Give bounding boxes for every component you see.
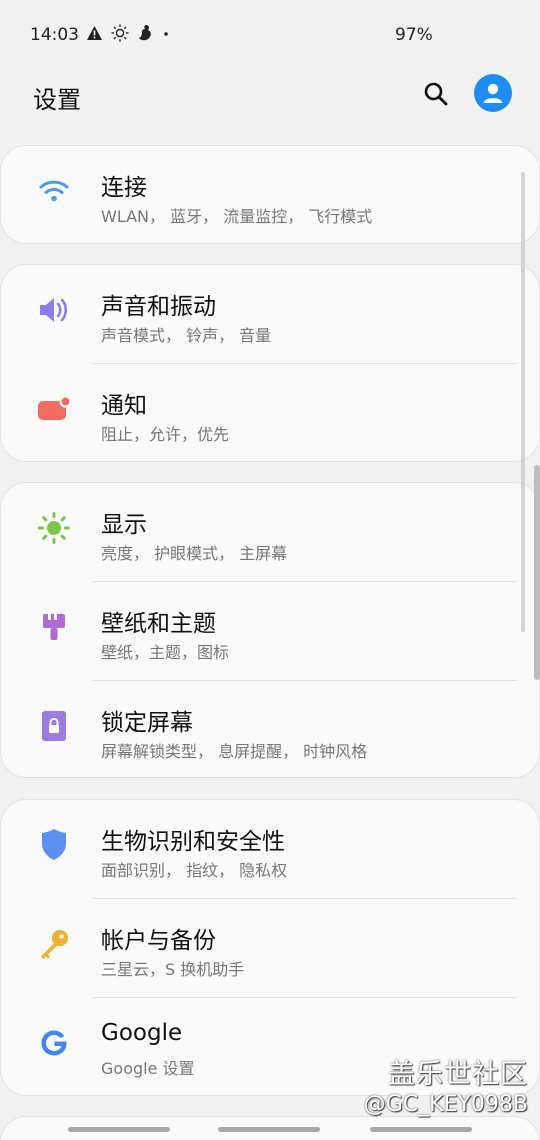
item-title: 帐户与备份 [101,928,216,954]
brightness-icon [111,24,129,42]
paintbrush-icon [37,610,71,644]
google-icon [37,1026,71,1060]
item-subtitle: 屏幕解锁类型， 息屏提醒， 时钟风格 [101,742,368,761]
bird-icon [139,25,151,41]
settings-item-connections[interactable]: 连接 WLAN， 蓝牙， 流量监控， 飞行模式 [1,146,540,245]
settings-item-notifications[interactable]: 通知 阻止，允许，优先 [1,364,540,463]
notification-icon [37,392,71,426]
battery-level: 97% [395,25,433,45]
item-subtitle: 阻止，允许，优先 [101,425,230,444]
key-icon [37,927,71,961]
item-title: 壁纸和主题 [101,611,216,637]
search-icon [424,82,448,106]
item-subtitle: Google 设置 [101,1059,195,1078]
wifi-icon [37,174,71,208]
nav-recent-hint[interactable] [68,1127,170,1132]
search-button[interactable] [420,78,452,110]
item-title: 锁定屏幕 [101,710,193,736]
status-icons [86,24,171,42]
item-subtitle: 面部识别， 指纹， 隐私权 [101,861,288,880]
app-header: 设置 [0,70,540,130]
scroll-edge-handle[interactable] [534,465,540,680]
settings-card-connections: 连接 WLAN， 蓝牙， 流量监控， 飞行模式 [0,145,540,244]
sun-icon [37,511,71,545]
item-title: 声音和振动 [101,294,216,320]
volume-icon [37,293,71,327]
status-bar: 14:03 97% [0,0,540,70]
item-title: 通知 [101,393,147,419]
account-icon [483,83,503,103]
watermark-user: @GC_KEY098B [363,1092,528,1117]
status-time: 14:03 [30,25,79,45]
settings-item-sound[interactable]: 声音和振动 声音模式， 铃声， 音量 [1,265,540,364]
settings-item-wallpaper-themes[interactable]: 壁纸和主题 壁纸，主题，图标 [1,582,540,681]
nav-home-hint[interactable] [218,1127,320,1132]
watermark-community: 盖乐世社区 [388,1059,528,1090]
item-subtitle: WLAN， 蓝牙， 流量监控， 飞行模式 [101,207,373,226]
item-subtitle: 声音模式， 铃声， 音量 [101,326,272,345]
item-title: 显示 [101,512,147,538]
settings-item-display[interactable]: 显示 亮度， 护眼模式， 主屏幕 [1,483,540,582]
item-subtitle: 三星云，S 换机助手 [101,960,245,979]
settings-item-lock-screen[interactable]: 锁定屏幕 屏幕解锁类型， 息屏提醒， 时钟风格 [1,681,540,780]
account-button[interactable] [474,74,512,112]
item-title: 生物识别和安全性 [101,829,285,855]
page-title: 设置 [33,86,81,114]
lock-icon [37,709,71,743]
settings-card-display: 显示 亮度， 护眼模式， 主屏幕 壁纸和主题 壁纸，主题，图标 锁定屏幕 屏幕解… [0,482,540,778]
item-subtitle: 亮度， 护眼模式， 主屏幕 [101,544,288,563]
item-subtitle: 壁纸，主题，图标 [101,643,230,662]
item-title: 连接 [101,175,147,201]
item-title: Google [101,1020,183,1046]
warning-icon [87,26,102,40]
settings-item-biometrics-security[interactable]: 生物识别和安全性 面部识别， 指纹， 隐私权 [1,800,540,899]
shield-icon [37,828,71,862]
scrollbar[interactable] [521,172,525,632]
dot-icon [164,32,168,36]
settings-item-accounts-backup[interactable]: 帐户与备份 三星云，S 换机助手 [1,899,540,998]
settings-card-sound: 声音和振动 声音模式， 铃声， 音量 通知 阻止，允许，优先 [0,264,540,462]
nav-back-hint[interactable] [370,1127,472,1132]
